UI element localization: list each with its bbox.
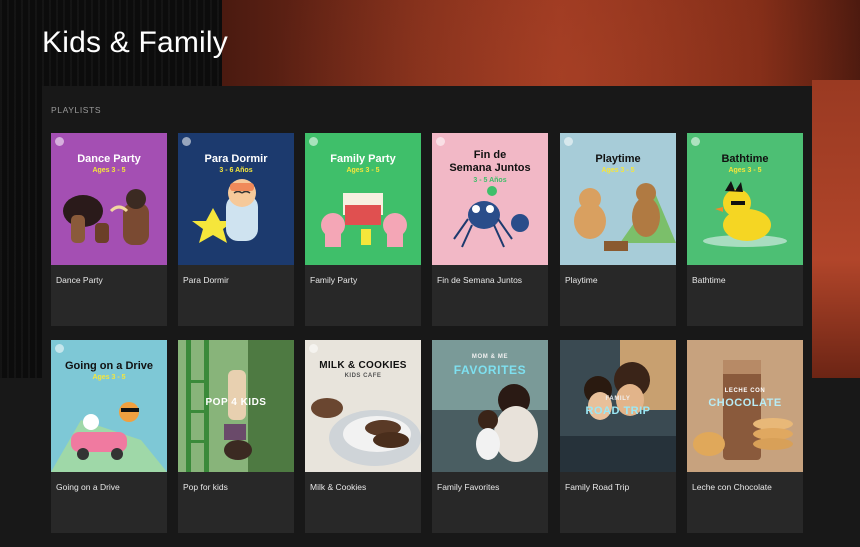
page-title: Kids & Family	[42, 26, 228, 59]
cover-kicker: LECHE CON	[724, 388, 766, 394]
section-label: PLAYLISTS	[51, 105, 102, 115]
playlist-cover[interactable]: LECHE CON CHOCOLATE	[687, 340, 803, 472]
playlist-title[interactable]: Playtime	[565, 275, 598, 285]
playlist-title[interactable]: Milk & Cookies	[310, 482, 366, 492]
playlist-title[interactable]: Family Party	[310, 275, 357, 285]
car-illustration	[51, 402, 167, 472]
sleepy-owl-illustration	[192, 179, 258, 243]
playlist-card-milk-and-cookies[interactable]: MILK & COOKIES KIDS CAFE Milk & Cookies	[305, 340, 421, 533]
playlist-card-family-favorites[interactable]: MOM & ME FAVORITES Family Favorites	[432, 340, 548, 533]
playlist-card-bathtime[interactable]: Bathtime Ages 3 - 5 Bathtime	[687, 133, 803, 326]
cover-title: FAVORITES	[453, 363, 527, 377]
hero-right-edge	[812, 80, 860, 378]
playlist-title[interactable]: Fin de Semana Juntos	[437, 275, 522, 285]
spiders-illustration	[453, 186, 529, 248]
playlist-title[interactable]: Pop for kids	[183, 482, 228, 492]
cover-title: ROAD TRIP	[585, 405, 651, 417]
playlist-card-family-party[interactable]: Family Party Ages 3 - 5 Family Party	[305, 133, 421, 326]
playlist-card-pop-for-kids[interactable]: POP 4 KIDS Pop for kids	[178, 340, 294, 533]
cookies-photo	[311, 398, 421, 466]
playlist-title[interactable]: Family Road Trip	[565, 482, 629, 492]
playlist-title[interactable]: Para Dormir	[183, 275, 229, 285]
playlists-panel: PLAYLISTS Dance Party Ages 3 - 5 Dance P…	[42, 86, 812, 547]
playlist-card-dance-party[interactable]: Dance Party Ages 3 - 5 Dance Party	[51, 133, 167, 326]
playlist-title[interactable]: Family Favorites	[437, 482, 499, 492]
playlist-cover[interactable]: Fin de Semana Juntos 3 - 5 Años	[432, 133, 548, 265]
playlist-cover[interactable]: Para Dormir 3 - 6 Años	[178, 133, 294, 265]
playlist-cover[interactable]: Playtime Ages 3 - 5	[560, 133, 676, 265]
playlist-card-para-dormir[interactable]: Para Dormir 3 - 6 Años Para Dormir	[178, 133, 294, 326]
playlist-cover[interactable]: MOM & ME FAVORITES	[432, 340, 548, 472]
party-pigs-illustration	[321, 193, 407, 247]
playlist-title[interactable]: Going on a Drive	[56, 482, 120, 492]
cover-title: CHOCOLATE	[708, 397, 782, 409]
playlist-cover[interactable]: MILK & COOKIES KIDS CAFE	[305, 340, 421, 472]
playlist-card-family-road-trip[interactable]: FAMILY ROAD TRIP Family Road Trip	[560, 340, 676, 533]
dancing-animals-illustration	[63, 189, 149, 245]
playlist-card-fin-de-semana[interactable]: Fin de Semana Juntos 3 - 5 Años Fin de S…	[432, 133, 548, 326]
playlist-title[interactable]: Dance Party	[56, 275, 103, 285]
cover-title: POP 4 KIDS	[205, 397, 267, 408]
bears-illustration	[574, 183, 676, 251]
playlist-cover[interactable]: FAMILY ROAD TRIP	[560, 340, 676, 472]
playlist-card-going-on-a-drive[interactable]: Going on a Drive Ages 3 - 5 Going on a D…	[51, 340, 167, 533]
playlist-cover[interactable]: Dance Party Ages 3 - 5	[51, 133, 167, 265]
playlist-title[interactable]: Leche con Chocolate	[692, 482, 772, 492]
cover-kicker: MOM & ME	[471, 354, 509, 360]
playlist-card-leche-con-chocolate[interactable]: LECHE CON CHOCOLATE Leche con Chocolate	[687, 340, 803, 533]
playlist-cover[interactable]: Family Party Ages 3 - 5	[305, 133, 421, 265]
playlist-cover[interactable]: POP 4 KIDS	[178, 340, 294, 472]
rubber-duck-illustration	[703, 181, 787, 247]
playlist-cover[interactable]: Going on a Drive Ages 3 - 5	[51, 340, 167, 472]
cover-kicker: FAMILY	[605, 396, 631, 402]
playlist-cover[interactable]: Bathtime Ages 3 - 5	[687, 133, 803, 265]
playlist-title[interactable]: Bathtime	[692, 275, 726, 285]
playlist-card-playtime[interactable]: Playtime Ages 3 - 5 Playtime	[560, 133, 676, 326]
